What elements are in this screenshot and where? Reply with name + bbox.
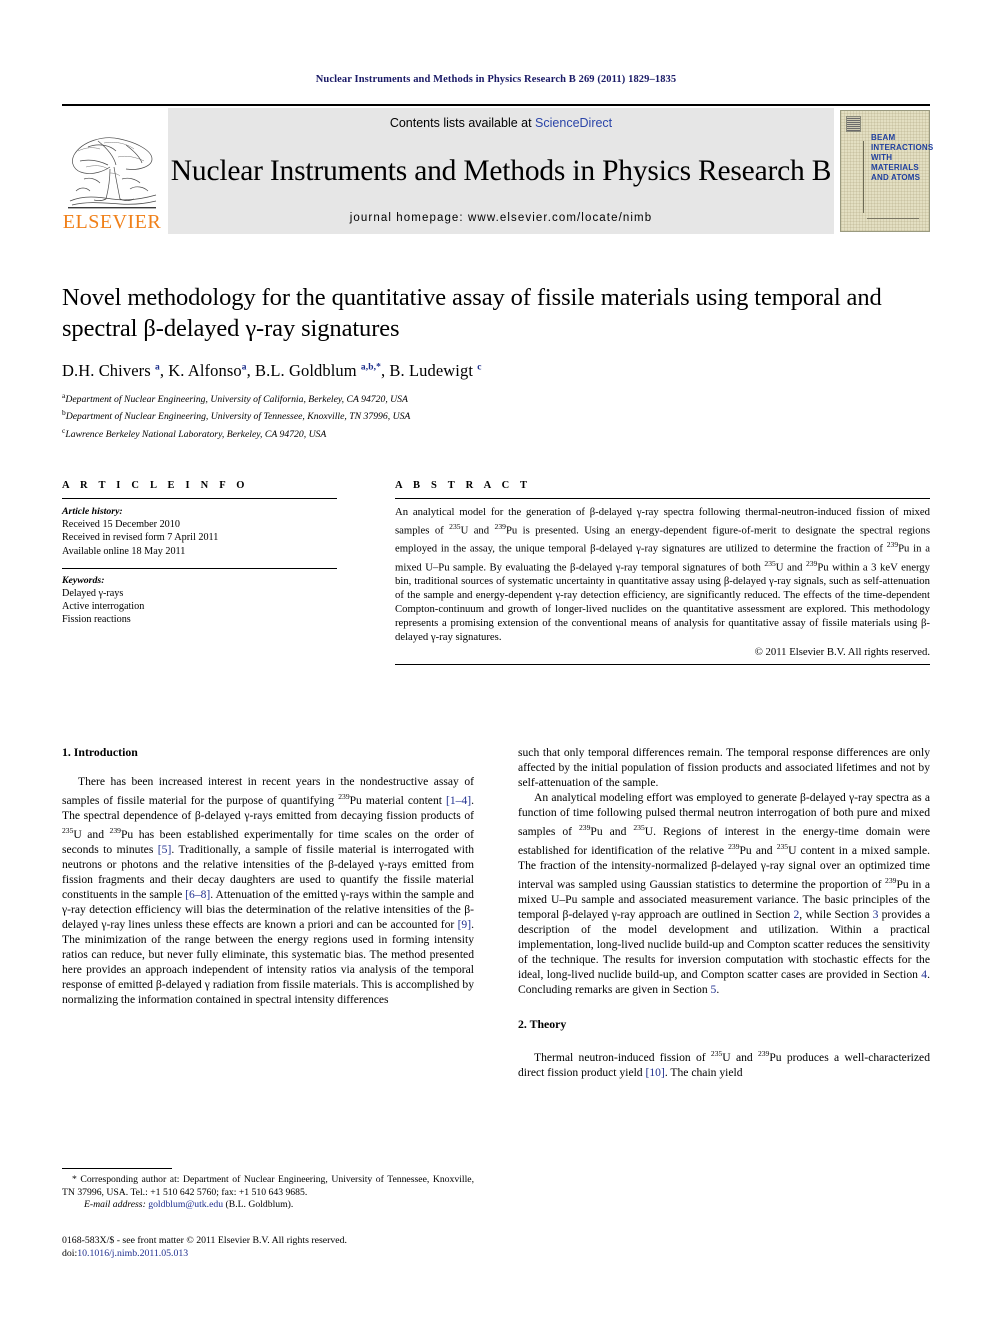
elsevier-wordmark: ELSEVIER xyxy=(62,211,162,233)
journal-cover-thumbnail: BEAM INTERACTIONS WITH MATERIALS AND ATO… xyxy=(840,110,933,232)
info-abstract-region: A R T I C L E I N F O Article history: R… xyxy=(62,480,930,673)
imprint-block: 0168-583X/$ - see front matter © 2011 El… xyxy=(62,1234,522,1260)
page-title: Novel methodology for the quantitative a… xyxy=(62,284,882,342)
email-line: E-mail address: goldblum@utk.edu (B.L. G… xyxy=(62,1199,474,1212)
article-history-label: Article history: xyxy=(62,506,123,517)
cover-line-4: AND ATOMS xyxy=(871,173,921,182)
corresponding-author-footnote: * Corresponding author at: Department of… xyxy=(62,1168,474,1212)
author-list: D.H. Chivers a, K. Alfonsoa, B.L. Goldbl… xyxy=(62,361,482,380)
keywords-divider xyxy=(62,567,337,569)
modeling-paragraph: An analytical modeling effort was employ… xyxy=(518,791,931,997)
keyword-item: Active interrogation xyxy=(62,601,145,613)
article-info-column: A R T I C L E I N F O Article history: R… xyxy=(62,480,337,673)
abstract-heading: A B S T R A C T xyxy=(395,480,532,491)
cover-line-1: INTERACTIONS xyxy=(871,143,934,152)
theory-paragraph: Thermal neutron-induced fission of 235U … xyxy=(518,1049,930,1080)
body-columns: 1. Introduction There has been increased… xyxy=(62,745,930,1080)
elsevier-logo: ELSEVIER xyxy=(62,108,162,234)
body-column-left: 1. Introduction There has been increased… xyxy=(62,745,474,1080)
keywords-label: Keywords: xyxy=(62,574,105,586)
journal-masthead: ELSEVIER Contents lists available at Sci… xyxy=(62,104,933,234)
email-owner: (B.L. Goldblum). xyxy=(225,1199,294,1211)
abstract-column: A B S T R A C T An analytical model for … xyxy=(395,480,930,673)
article-info-divider xyxy=(62,498,337,499)
cover-line-2: WITH xyxy=(871,153,893,162)
introduction-paragraph: There has been increased interest in rec… xyxy=(62,775,475,1007)
journal-homepage-link[interactable]: journal homepage: www.elsevier.com/locat… xyxy=(350,212,652,224)
affiliation-text: Department of Nuclear Engineering, Unive… xyxy=(65,394,408,406)
body-column-right: such that only temporal differences rema… xyxy=(518,745,930,1080)
corresponding-author-text: * Corresponding author at: Department of… xyxy=(62,1174,474,1198)
keyword-item: Delayed γ-rays xyxy=(62,587,124,599)
copyright-line: © 2011 Elsevier B.V. All rights reserved… xyxy=(754,645,930,658)
affiliation-list: aDepartment of Nuclear Engineering, Univ… xyxy=(62,389,930,441)
doi-label: doi: xyxy=(62,1248,78,1259)
journal-banner: Contents lists available at ScienceDirec… xyxy=(168,108,834,234)
section-heading-theory: 2. Theory xyxy=(518,1017,567,1032)
journal-title: Nuclear Instruments and Methods in Physi… xyxy=(170,154,832,187)
running-head: Nuclear Instruments and Methods in Physi… xyxy=(315,74,677,85)
cover-spine-rule xyxy=(863,141,864,213)
affiliation-item: cLawrence Berkeley National Laboratory, … xyxy=(62,424,930,441)
affiliation-item: aDepartment of Nuclear Engineering, Univ… xyxy=(62,389,930,406)
keyword-item: Fission reactions xyxy=(62,614,131,626)
email-link[interactable]: goldblum@utk.edu xyxy=(148,1199,223,1210)
article-history-item: Available online 18 May 2011 xyxy=(62,545,186,557)
abstract-text: An analytical model for the generation o… xyxy=(395,506,931,643)
cover-bottom-rule xyxy=(867,218,919,219)
section-heading-introduction: 1. Introduction xyxy=(62,745,138,759)
footnote-rule xyxy=(62,1168,172,1169)
cover-title-text: BEAM INTERACTIONS WITH MATERIALS AND ATO… xyxy=(871,133,933,183)
article-info-heading: A R T I C L E I N F O xyxy=(62,480,249,491)
contents-list-line: Contents lists available at ScienceDirec… xyxy=(390,116,612,130)
abstract-bottom-rule xyxy=(395,663,930,665)
email-label: E-mail address: xyxy=(84,1199,146,1211)
article-history-item: Received in revised form 7 April 2011 xyxy=(62,532,219,544)
affiliation-text: Department of Nuclear Engineering, Unive… xyxy=(65,411,411,423)
cover-line-0: BEAM xyxy=(871,133,896,142)
doi-line: doi:10.1016/j.nimb.2011.05.013 xyxy=(62,1247,522,1260)
affiliation-text: Lawrence Berkeley National Laboratory, B… xyxy=(65,429,327,441)
journal-article-page: Nuclear Instruments and Methods in Physi… xyxy=(0,0,992,1323)
article-history-item: Received 15 December 2010 xyxy=(62,519,180,530)
doi-link[interactable]: 10.1016/j.nimb.2011.05.013 xyxy=(77,1248,188,1259)
introduction-continued-paragraph: such that only temporal differences rema… xyxy=(518,746,930,790)
cover-line-3: MATERIALS xyxy=(871,163,919,172)
abstract-divider xyxy=(395,498,930,499)
title-block: Novel methodology for the quantitative a… xyxy=(62,282,930,441)
sciencedirect-link[interactable]: ScienceDirect xyxy=(535,116,612,130)
issn-copyright-line: 0168-583X/$ - see front matter © 2011 El… xyxy=(62,1235,347,1246)
affiliation-item: bDepartment of Nuclear Engineering, Univ… xyxy=(62,406,930,423)
cover-stamp-icon xyxy=(846,116,861,132)
elsevier-tree-icon xyxy=(68,137,157,209)
contents-prefix: Contents lists available at xyxy=(389,116,536,130)
